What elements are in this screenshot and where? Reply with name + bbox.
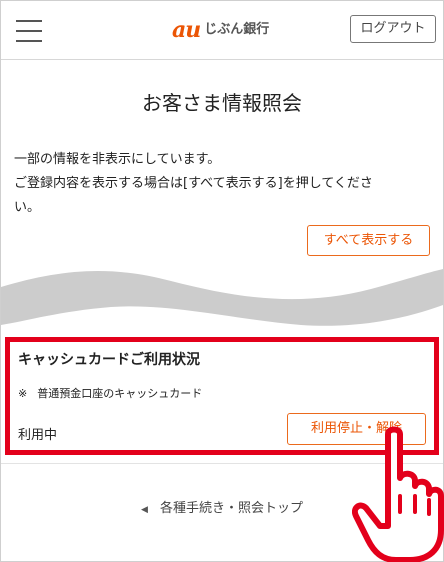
back-link-label: 各種手続き・照会トップ xyxy=(159,501,303,516)
logo-au: au xyxy=(172,17,201,43)
notice-line: 一部の情報を非表示にしています。 xyxy=(14,152,221,167)
notice-line: ご登録内容を表示する場合は[すべて表示する]を押してくださ xyxy=(14,176,373,191)
wave-divider xyxy=(1,269,443,326)
show-all-button[interactable]: すべて表示する xyxy=(307,225,430,256)
notice-line: い。 xyxy=(14,200,41,215)
hamburger-menu-icon[interactable] xyxy=(16,20,42,42)
triangle-left-icon: ◀ xyxy=(141,505,148,515)
logo: au じぶん銀行 xyxy=(172,17,269,43)
status-text: 利用中 xyxy=(18,428,58,443)
pointing-hand-icon xyxy=(352,426,444,562)
logo-text: じぶん銀行 xyxy=(204,22,270,37)
note-mark: ※ xyxy=(18,387,28,400)
section-title: キャッシュカードご利用状況 xyxy=(18,352,200,368)
logout-button[interactable]: ログアウト xyxy=(350,15,436,43)
card-note: ※ 普通預金口座のキャッシュカード xyxy=(18,385,202,401)
notice-text: 一部の情報を非表示にしています。 ご登録内容を表示する場合は[すべて表示する]を… xyxy=(14,148,434,220)
header: au じぶん銀行 ログアウト xyxy=(1,1,443,60)
page-title: お客さま情報照会 xyxy=(142,91,302,115)
note-text: 普通預金口座のキャッシュカード xyxy=(37,387,203,400)
